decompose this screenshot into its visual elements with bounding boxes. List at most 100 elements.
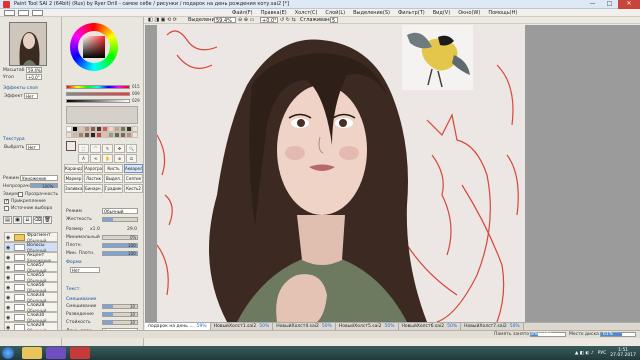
brush-pencil[interactable]: Карандаш	[64, 164, 83, 173]
start-button[interactable]	[2, 347, 14, 359]
hue-slider[interactable]	[66, 85, 130, 89]
new-layer-icon[interactable]: ▤	[3, 216, 12, 224]
nav-angle-value[interactable]: +0.0°	[26, 74, 42, 80]
hand-tool-icon[interactable]: ✋	[102, 154, 113, 163]
zoom-tool-icon[interactable]: 🔍	[126, 144, 137, 153]
shape-header[interactable]: Форма	[66, 260, 82, 265]
new-canvas-icon[interactable]	[4, 10, 15, 16]
tray-icons[interactable]: ▲ ◧ ◐ ♪	[575, 351, 594, 356]
move-tool-icon[interactable]: ✥	[114, 144, 125, 153]
visibility-icon[interactable]: ◉	[6, 315, 10, 321]
selection-source-checkbox[interactable]	[4, 206, 9, 211]
effect-select[interactable]: Нет	[24, 93, 38, 99]
visibility-icon[interactable]: ◉	[6, 255, 10, 261]
menu-edit[interactable]: Правка(E)	[257, 9, 291, 16]
hardness-slider[interactable]	[102, 217, 138, 222]
close-button[interactable]: ✕	[618, 0, 640, 9]
text-tool-icon[interactable]: A	[78, 154, 89, 163]
visibility-icon[interactable]: ◉	[6, 295, 10, 301]
visibility-icon[interactable]: ◉	[6, 245, 10, 251]
blend-mode-select[interactable]: Умножение	[20, 175, 58, 181]
visibility-icon[interactable]: ◉	[6, 265, 10, 271]
clipping-group-checkbox[interactable]	[4, 198, 9, 204]
protect-alpha-checkbox[interactable]	[18, 192, 23, 197]
sai-taskbar-icon[interactable]	[70, 347, 90, 359]
layer-row[interactable]: ◉ Слой34 Обычный	[4, 292, 58, 303]
canvas-tab[interactable]: НовыйХолст1.sai2 50%	[211, 323, 274, 330]
effects-header[interactable]: Эффекты слоя	[3, 86, 38, 91]
zoom-buttons[interactable]: ⊖ ⊕ ▭	[238, 17, 254, 24]
clear-layer-icon[interactable]: ⌫	[33, 216, 42, 224]
texture-brush-header[interactable]: Текст.	[66, 287, 81, 292]
blending-header[interactable]: Смешивание	[66, 297, 96, 302]
menu-canvas[interactable]: Холст(C)	[291, 9, 322, 16]
rotate-buttons[interactable]: ↺ ↻ ⇆	[280, 17, 296, 24]
menu-view[interactable]: Вид(V)	[429, 9, 454, 16]
brush-brush2[interactable]: Кисть2	[124, 184, 143, 193]
visibility-icon[interactable]: ◉	[6, 275, 10, 281]
saturation-slider[interactable]	[66, 92, 130, 96]
rotate-tool-icon[interactable]: ⟲	[90, 154, 101, 163]
magic-wand-icon[interactable]: ✎	[102, 144, 113, 153]
brush-airbrush[interactable]: Аэрограф	[84, 164, 103, 173]
menu-file[interactable]: Файл(F)	[228, 9, 257, 16]
brush-deselect[interactable]: Снятие	[124, 174, 143, 183]
save-file-icon[interactable]	[32, 10, 43, 16]
texture-header[interactable]: Текстура	[3, 137, 25, 142]
color-wheel[interactable]	[70, 23, 118, 71]
language-indicator[interactable]: РУС	[598, 351, 607, 356]
brush-binary[interactable]: Бинарн.	[84, 184, 103, 193]
layer-row[interactable]: ◉ Волосы Обычный	[4, 242, 58, 253]
toolbar-icons[interactable]: ◧ ◨ ▣ ⟲ ⟳	[148, 17, 177, 24]
layer-row[interactable]: ◉ Слой55 Обычный	[4, 272, 58, 283]
layer-row[interactable]: ◉ Акцент Умножение	[4, 252, 58, 263]
navigator-thumbnail[interactable]	[9, 22, 47, 66]
brush-gradient[interactable]: Градиент	[104, 184, 123, 193]
delete-layer-icon[interactable]: 🗑	[43, 216, 52, 224]
brush-marker[interactable]: Маркер	[64, 174, 83, 183]
zoom-input[interactable]: 59.4%	[214, 17, 236, 24]
palette-area[interactable]	[66, 106, 138, 124]
color-swatch[interactable]	[132, 132, 138, 138]
canvas-tab[interactable]: НовыйХолст7.sai2 50%	[461, 323, 524, 330]
lasso-tool-icon[interactable]: ⌒	[90, 144, 101, 153]
menu-window[interactable]: Окно(W)	[454, 9, 484, 16]
open-file-icon[interactable]	[18, 10, 29, 16]
minimize-button[interactable]: —	[584, 0, 601, 9]
reference-image[interactable]	[402, 25, 473, 90]
canvas-tab[interactable]: НовыйХолст4.sai2 50%	[273, 323, 336, 330]
shape-tool-icon[interactable]: ⬭	[126, 154, 137, 163]
menu-help[interactable]: Помощь(H)	[484, 9, 521, 16]
explorer-taskbar-icon[interactable]	[22, 347, 42, 359]
visibility-icon[interactable]: ◉	[6, 305, 10, 311]
eyedropper-tool-icon[interactable]: ⊕	[114, 154, 125, 163]
shape-select[interactable]: Нет	[70, 267, 100, 273]
menu-selection[interactable]: Выделение(S)	[349, 9, 394, 16]
clock[interactable]: 1:51 27.07.2017	[610, 348, 636, 358]
smoothing-input[interactable]: 5	[330, 17, 338, 24]
layer-row[interactable]: ◉ Фрагмент Обычный	[4, 232, 58, 243]
menu-layer[interactable]: Слой(L)	[321, 9, 349, 16]
brush-mode-select[interactable]: Обычный	[102, 208, 138, 214]
merge-layer-icon[interactable]: ⇊	[23, 216, 32, 224]
nav-zoom-value[interactable]: 59.4%	[26, 67, 42, 73]
value-slider[interactable]	[66, 99, 130, 103]
brush-eraser[interactable]: Ластик	[84, 174, 103, 183]
brush-watercolor[interactable]: Акварель	[124, 164, 143, 173]
maximize-button[interactable]: □	[601, 0, 618, 9]
canvas-tab[interactable]: подарок на день ... 59%	[145, 323, 211, 330]
size-multiplier[interactable]: x1.0	[90, 227, 100, 232]
app-taskbar-icon[interactable]	[46, 347, 66, 359]
brush-brush[interactable]: Кисть	[104, 164, 123, 173]
visibility-icon[interactable]: ◉	[6, 235, 10, 241]
texture-select[interactable]: Нет	[26, 144, 40, 150]
brush-fill[interactable]: Заливка	[64, 184, 83, 193]
layer-row[interactable]: ◉ Слой30 Обычный	[4, 312, 58, 323]
layer-row[interactable]: ◉ Слой28 Обычный	[4, 302, 58, 313]
canvas-tab[interactable]: НовыйХолст5.sai2 50%	[336, 323, 399, 330]
saturation-value-square[interactable]	[83, 36, 105, 58]
new-folder-icon[interactable]: ▣	[13, 216, 22, 224]
layer-row[interactable]: ◉ Слой56 Обычный	[4, 282, 58, 293]
visibility-icon[interactable]: ◉	[6, 285, 10, 291]
brush-select[interactable]: Выдел.	[104, 174, 123, 183]
